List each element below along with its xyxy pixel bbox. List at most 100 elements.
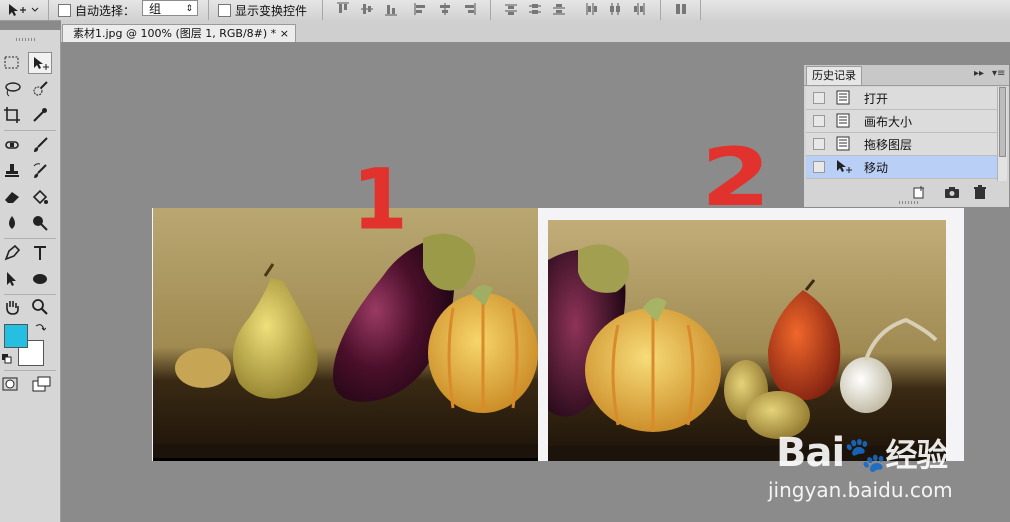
history-snapshot-box[interactable]	[813, 161, 825, 173]
swap-colors-icon[interactable]	[34, 322, 46, 334]
clone-stamp-tool[interactable]	[0, 160, 24, 182]
separator	[48, 0, 49, 20]
pen-tool[interactable]	[0, 242, 24, 264]
camera-snapshot-icon[interactable]	[944, 185, 960, 199]
paw-logo-icon: 🐾	[844, 435, 886, 475]
panel-grip[interactable]	[16, 38, 36, 41]
history-item-label: 画布大小	[864, 115, 913, 129]
tools-panel	[0, 30, 61, 522]
distribute-top-icon[interactable]	[504, 2, 518, 16]
document-tab[interactable]: 素材1.jpg @ 100% (图层 1, RGB/8#) * ×	[62, 24, 296, 42]
history-tab[interactable]: 历史记录	[806, 66, 862, 85]
move-tool[interactable]	[28, 52, 52, 74]
hand-icon	[6, 301, 19, 315]
photo-layer-2[interactable]	[548, 220, 946, 461]
foreground-color-swatch[interactable]	[4, 324, 28, 348]
screen-mode-icon[interactable]	[32, 376, 52, 392]
dodge-icon	[33, 216, 48, 231]
separator	[208, 0, 209, 20]
baidu-brand: Bai	[776, 430, 845, 476]
magnifier-icon	[32, 299, 48, 315]
paint-bucket-tool[interactable]	[28, 186, 52, 208]
lasso-tool[interactable]	[0, 78, 24, 100]
crop-tool[interactable]	[0, 104, 24, 126]
align-vcenter-icon[interactable]	[360, 2, 374, 16]
still-life-image-1	[153, 208, 538, 461]
lasso-icon	[5, 82, 21, 97]
quick-select-icon	[33, 81, 48, 96]
tool-preset-picker[interactable]	[6, 2, 42, 18]
distribute-vcenter-icon[interactable]	[528, 2, 542, 16]
auto-select-label: 自动选择：	[75, 3, 136, 18]
options-bar: 自动选择： 组 ⇕ 显示变换控件	[0, 0, 1010, 21]
panel-resize-grip[interactable]	[899, 201, 919, 204]
close-icon[interactable]: ×	[280, 25, 289, 43]
align-left-icon[interactable]	[414, 2, 428, 16]
align-top-icon[interactable]	[336, 2, 350, 16]
zoom-tool[interactable]	[28, 296, 52, 318]
eyedropper-icon	[33, 108, 47, 122]
panel-footer	[804, 181, 1009, 207]
separator	[4, 130, 56, 131]
align-right-icon[interactable]	[462, 2, 476, 16]
healing-brush-tool[interactable]	[0, 134, 24, 156]
history-item-selected[interactable]: 移动	[806, 156, 1000, 179]
auto-select-dropdown[interactable]: 组 ⇕	[142, 0, 198, 16]
history-scrollbar[interactable]	[997, 87, 1007, 181]
distribute-hcenter-icon[interactable]	[608, 2, 622, 16]
new-document-from-state-icon[interactable]	[912, 185, 928, 199]
history-snapshot-box[interactable]	[813, 115, 825, 127]
history-snapshot-box[interactable]	[813, 92, 825, 104]
eraser-icon	[5, 192, 19, 203]
eraser-tool[interactable]	[0, 186, 24, 208]
separator	[490, 0, 491, 20]
annotation-mark-1: 1	[352, 150, 408, 249]
align-bottom-icon[interactable]	[384, 2, 398, 16]
stamp-icon	[5, 164, 19, 177]
path-select-tool[interactable]	[0, 268, 24, 290]
distribute-bottom-icon[interactable]	[552, 2, 566, 16]
separator	[4, 370, 56, 371]
shape-tool[interactable]	[28, 268, 52, 290]
brush-icon	[34, 137, 48, 152]
checkbox-box[interactable]	[218, 3, 231, 17]
photo-layer-1[interactable]	[153, 208, 538, 461]
history-item[interactable]: 打开	[806, 87, 1000, 110]
history-item[interactable]: 拖移图层	[806, 133, 1000, 156]
history-brush-tool[interactable]	[28, 160, 52, 182]
scrollbar-thumb[interactable]	[999, 87, 1006, 157]
bandage-icon	[5, 141, 19, 149]
type-icon	[34, 246, 46, 260]
brush-tool[interactable]	[28, 134, 52, 156]
checkbox-box[interactable]	[58, 3, 71, 17]
auto-align-layers-icon[interactable]	[674, 2, 688, 16]
history-item[interactable]: 画布大小	[806, 110, 1000, 133]
auto-select-value: 组	[149, 2, 162, 16]
document-tab-title: 素材1.jpg @ 100% (图层 1, RGB/8#) *	[73, 27, 277, 40]
separator	[4, 294, 56, 295]
panel-menu-icon[interactable]: ▾≡	[992, 68, 1005, 79]
quick-select-tool[interactable]	[28, 78, 52, 100]
blur-tool[interactable]	[0, 212, 24, 234]
history-item-label: 打开	[864, 92, 889, 106]
hand-tool[interactable]	[0, 296, 24, 318]
move-tool-icon	[837, 160, 852, 173]
show-transform-checkbox[interactable]: 显示变换控件	[218, 1, 307, 19]
dodge-tool[interactable]	[28, 212, 52, 234]
move-arrow-icon	[34, 57, 49, 70]
marquee-tool[interactable]	[0, 52, 24, 74]
distribute-left-icon[interactable]	[584, 2, 598, 16]
quick-mask-icon[interactable]	[2, 376, 18, 392]
history-snapshot-box[interactable]	[813, 138, 825, 150]
document-icon	[836, 136, 850, 151]
align-hcenter-icon[interactable]	[438, 2, 452, 16]
baidu-brand-suffix: 经验	[885, 436, 949, 474]
auto-select-checkbox[interactable]: 自动选择：	[58, 1, 135, 19]
collapse-panel-icon[interactable]: ▸▸	[974, 68, 984, 79]
distribute-right-icon[interactable]	[632, 2, 646, 16]
history-item-label: 拖移图层	[864, 138, 913, 152]
trash-icon[interactable]	[972, 185, 988, 199]
type-tool[interactable]	[28, 242, 52, 264]
eyedropper-tool[interactable]	[28, 104, 52, 126]
default-colors-icon[interactable]	[2, 354, 12, 364]
